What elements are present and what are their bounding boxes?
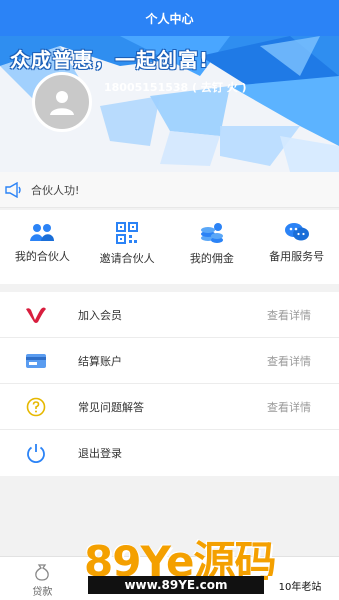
tab-label: 贷款 — [32, 587, 53, 598]
menu-item-logout[interactable]: 退出登录 — [0, 430, 339, 476]
quick-link-label: 我的佣金 — [189, 252, 234, 265]
question-icon — [16, 397, 56, 417]
user-phone: 18005151538 ( 去钉 火 ) — [104, 81, 247, 94]
notice-bar[interactable]: 合伙人功! — [0, 172, 339, 208]
card-icon — [16, 353, 56, 369]
view-details-link[interactable]: 查看详情 — [267, 353, 311, 369]
user-icon — [50, 91, 74, 115]
menu-list: 加入会员 查看详情 结算账户 查看详情 常见问题解答 查看详情 退出登录 — [0, 292, 339, 476]
avatar[interactable] — [32, 72, 92, 132]
menu-item-faq[interactable]: 常见问题解答 查看详情 — [0, 384, 339, 430]
qrcode-icon — [116, 222, 139, 244]
top-bar: 个人中心 — [0, 0, 339, 36]
vip-v-icon — [16, 306, 56, 324]
menu-item-label: 退出登录 — [78, 447, 122, 460]
banner-slogan: 众成普惠，一起创富! — [10, 48, 210, 72]
partners-icon — [30, 224, 55, 241]
megaphone-icon — [5, 181, 21, 198]
view-details-link[interactable]: 查看详情 — [267, 399, 311, 415]
quick-link-label: 我的合伙人 — [14, 250, 70, 263]
notice-text: 合伙人功! — [31, 183, 80, 197]
menu-item-settlement-account[interactable]: 结算账户 查看详情 — [0, 338, 339, 384]
money-bag-icon — [35, 564, 50, 581]
power-icon — [16, 442, 56, 464]
menu-item-label: 结算账户 — [78, 354, 122, 368]
profile-banner: 众成普惠，一起创富! 18005151538 ( 去钉 火 ) — [0, 36, 339, 172]
tab-loan[interactable]: 贷款 — [0, 557, 85, 600]
coins-icon — [200, 223, 223, 243]
wechat-icon — [284, 223, 309, 241]
menu-item-label: 加入会员 — [78, 308, 122, 322]
page-title: 个人中心 — [145, 11, 194, 26]
menu-item-join-member[interactable]: 加入会员 查看详情 — [0, 292, 339, 338]
watermark-tag: 10年老站 — [268, 576, 332, 594]
view-details-link[interactable]: 查看详情 — [267, 307, 311, 323]
quick-link-invite[interactable]: 邀请合伙人 — [85, 210, 170, 284]
quick-links: 我的合伙人 邀请合伙人 我的佣金 备用服务号 — [0, 210, 339, 284]
menu-item-label: 常见问题解答 — [78, 400, 144, 414]
watermark: 89Ye源码 www.89YE.com 10年老站 — [84, 528, 336, 598]
watermark-url: www.89YE.com — [88, 576, 264, 594]
quick-link-label: 邀请合伙人 — [99, 252, 155, 265]
quick-link-service-account[interactable]: 备用服务号 — [254, 210, 339, 284]
quick-link-label: 备用服务号 — [269, 250, 325, 263]
quick-link-commission[interactable]: 我的佣金 — [170, 210, 255, 284]
quick-link-my-partners[interactable]: 我的合伙人 — [0, 210, 85, 284]
